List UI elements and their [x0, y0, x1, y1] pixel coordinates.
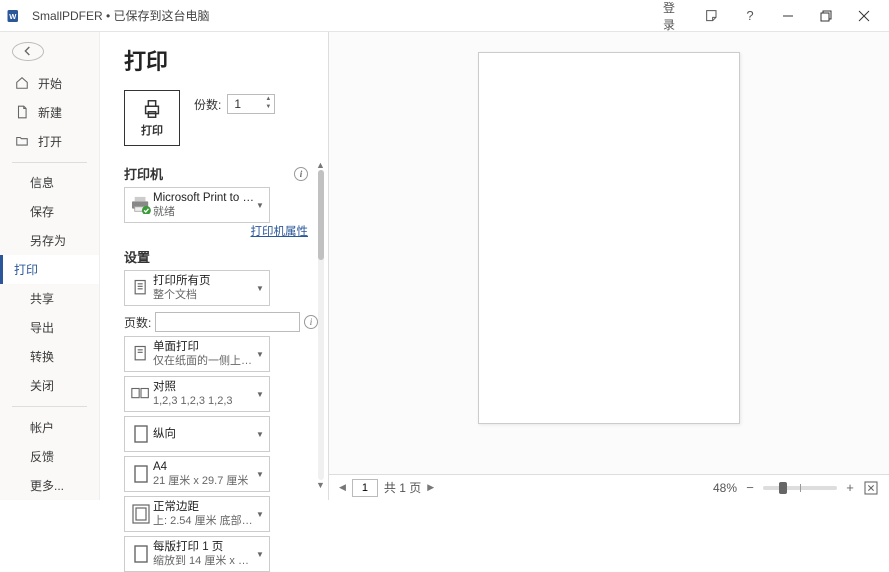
chevron-down-icon: ▼ — [255, 510, 265, 519]
pages-icon — [129, 277, 153, 299]
new-file-icon — [14, 105, 30, 119]
notification-icon[interactable] — [693, 0, 731, 32]
word-app-icon: W — [6, 7, 24, 25]
margins-selector[interactable]: 正常边距 上: 2.54 厘米 底部: 2... ▼ — [124, 496, 270, 532]
orientation-selector[interactable]: 纵向 ▼ — [124, 416, 270, 452]
nav-account[interactable]: 帐户 — [0, 413, 99, 442]
copies-label: 份数: — [194, 96, 221, 113]
prev-page-button[interactable]: ◀ — [339, 482, 346, 493]
page-count-label: 共 1 页 — [384, 479, 421, 496]
zoom-in-button[interactable]: + — [843, 480, 857, 495]
page-preview — [478, 52, 740, 424]
nav-new[interactable]: 新建 — [0, 98, 99, 127]
preview-footer: ◀ 共 1 页 ▶ 48% − + — [329, 474, 889, 500]
one-sided-icon — [129, 343, 153, 365]
nav-open-label: 打开 — [38, 133, 62, 150]
chevron-down-icon: ▼ — [255, 470, 265, 479]
printer-status-icon — [129, 196, 153, 214]
chevron-down-icon: ▼ — [255, 430, 265, 439]
nav-save[interactable]: 保存 — [0, 197, 99, 226]
print-range-selector[interactable]: 打印所有页 整个文档 ▼ — [124, 270, 270, 306]
printer-name: Microsoft Print to PDF — [153, 191, 255, 205]
chevron-down-icon: ▼ — [255, 390, 265, 399]
next-page-button[interactable]: ▶ — [427, 482, 434, 493]
nav-feedback[interactable]: 反馈 — [0, 442, 99, 471]
print-button[interactable]: 打印 — [124, 90, 180, 146]
chevron-down-icon: ▼ — [255, 550, 265, 559]
title-bar: W SmallPDFER • 已保存到这台电脑 登录 ? — [0, 0, 889, 32]
back-button[interactable] — [12, 42, 44, 61]
chevron-down-icon: ▼ — [255, 284, 265, 293]
spinner-arrows[interactable]: ▲▼ — [263, 96, 273, 112]
page-title: 打印 — [124, 44, 318, 76]
info-icon[interactable]: i — [304, 315, 318, 329]
nav-home[interactable]: 开始 — [0, 69, 99, 98]
close-button[interactable] — [845, 0, 883, 32]
nav-export[interactable]: 导出 — [0, 313, 99, 342]
nav-home-label: 开始 — [38, 75, 62, 92]
sheet-icon — [129, 544, 153, 564]
zoom-value: 48% — [713, 481, 737, 495]
printer-status-text: 就绪 — [153, 205, 255, 219]
print-preview-pane: ◀ 共 1 页 ▶ 48% − + — [328, 32, 889, 500]
main-area: 开始 新建 打开 信息 保存 另存为 打印 共享 导出 转换 关闭 帐户 反馈 … — [0, 32, 889, 500]
fit-to-page-button[interactable] — [863, 480, 879, 496]
printer-properties-link[interactable]: 打印机属性 — [251, 226, 309, 238]
nav-saveas[interactable]: 另存为 — [0, 226, 99, 255]
minimize-button[interactable] — [769, 0, 807, 32]
settings-section-header: 设置 — [124, 247, 318, 266]
document-title: SmallPDFER • 已保存到这台电脑 — [32, 7, 210, 24]
nav-share[interactable]: 共享 — [0, 284, 99, 313]
zoom-out-button[interactable]: − — [743, 480, 757, 495]
portrait-icon — [129, 424, 153, 444]
current-page-input[interactable] — [352, 479, 378, 497]
nav-more[interactable]: 更多... — [0, 471, 99, 500]
scroll-down-icon[interactable]: ▼ — [316, 480, 324, 488]
nav-close[interactable]: 关闭 — [0, 371, 99, 400]
paper-size-selector[interactable]: A4 21 厘米 x 29.7 厘米 ▼ — [124, 456, 270, 492]
pages-input[interactable] — [155, 312, 300, 332]
help-button[interactable]: ? — [731, 0, 769, 32]
print-button-label: 打印 — [141, 122, 163, 138]
chevron-down-icon: ▼ — [255, 350, 265, 359]
scroll-up-icon[interactable]: ▲ — [316, 160, 324, 168]
collate-icon — [129, 385, 153, 403]
chevron-down-icon: ▼ — [255, 201, 265, 210]
pages-label: 页数: — [124, 314, 151, 331]
home-icon — [14, 76, 30, 90]
margins-icon — [129, 504, 153, 524]
nav-open[interactable]: 打开 — [0, 127, 99, 156]
copies-value: 1 — [234, 97, 241, 111]
preview-canvas — [329, 32, 889, 474]
info-icon[interactable]: i — [294, 167, 308, 181]
open-folder-icon — [14, 134, 30, 148]
collate-selector[interactable]: 对照 1,2,3 1,2,3 1,2,3 ▼ — [124, 376, 270, 412]
login-button[interactable]: 登录 — [655, 0, 693, 32]
svg-text:W: W — [9, 12, 17, 21]
nav-info[interactable]: 信息 — [0, 168, 99, 197]
restore-button[interactable] — [807, 0, 845, 32]
nav-new-label: 新建 — [38, 104, 62, 121]
backstage-nav: 开始 新建 打开 信息 保存 另存为 打印 共享 导出 转换 关闭 帐户 反馈 … — [0, 32, 100, 500]
nav-transform[interactable]: 转换 — [0, 342, 99, 371]
print-settings-panel: 打印 打印 份数: 1 ▲▼ 打印机 i Microsoft P — [100, 32, 318, 500]
copies-spinner[interactable]: 1 ▲▼ — [227, 94, 275, 114]
sides-selector[interactable]: 单面打印 仅在纸面的一侧上进... ▼ — [124, 336, 270, 372]
printer-selector[interactable]: Microsoft Print to PDF 就绪 ▼ — [124, 187, 270, 223]
settings-scrollbar[interactable] — [318, 170, 324, 480]
zoom-slider[interactable] — [763, 486, 837, 490]
printer-icon — [140, 98, 164, 120]
paper-icon — [129, 464, 153, 484]
printer-section-header: 打印机 i — [124, 164, 318, 183]
nav-print[interactable]: 打印 — [0, 255, 99, 284]
pages-per-sheet-selector[interactable]: 每版打印 1 页 缩放到 14 厘米 x 20.3... ▼ — [124, 536, 270, 572]
